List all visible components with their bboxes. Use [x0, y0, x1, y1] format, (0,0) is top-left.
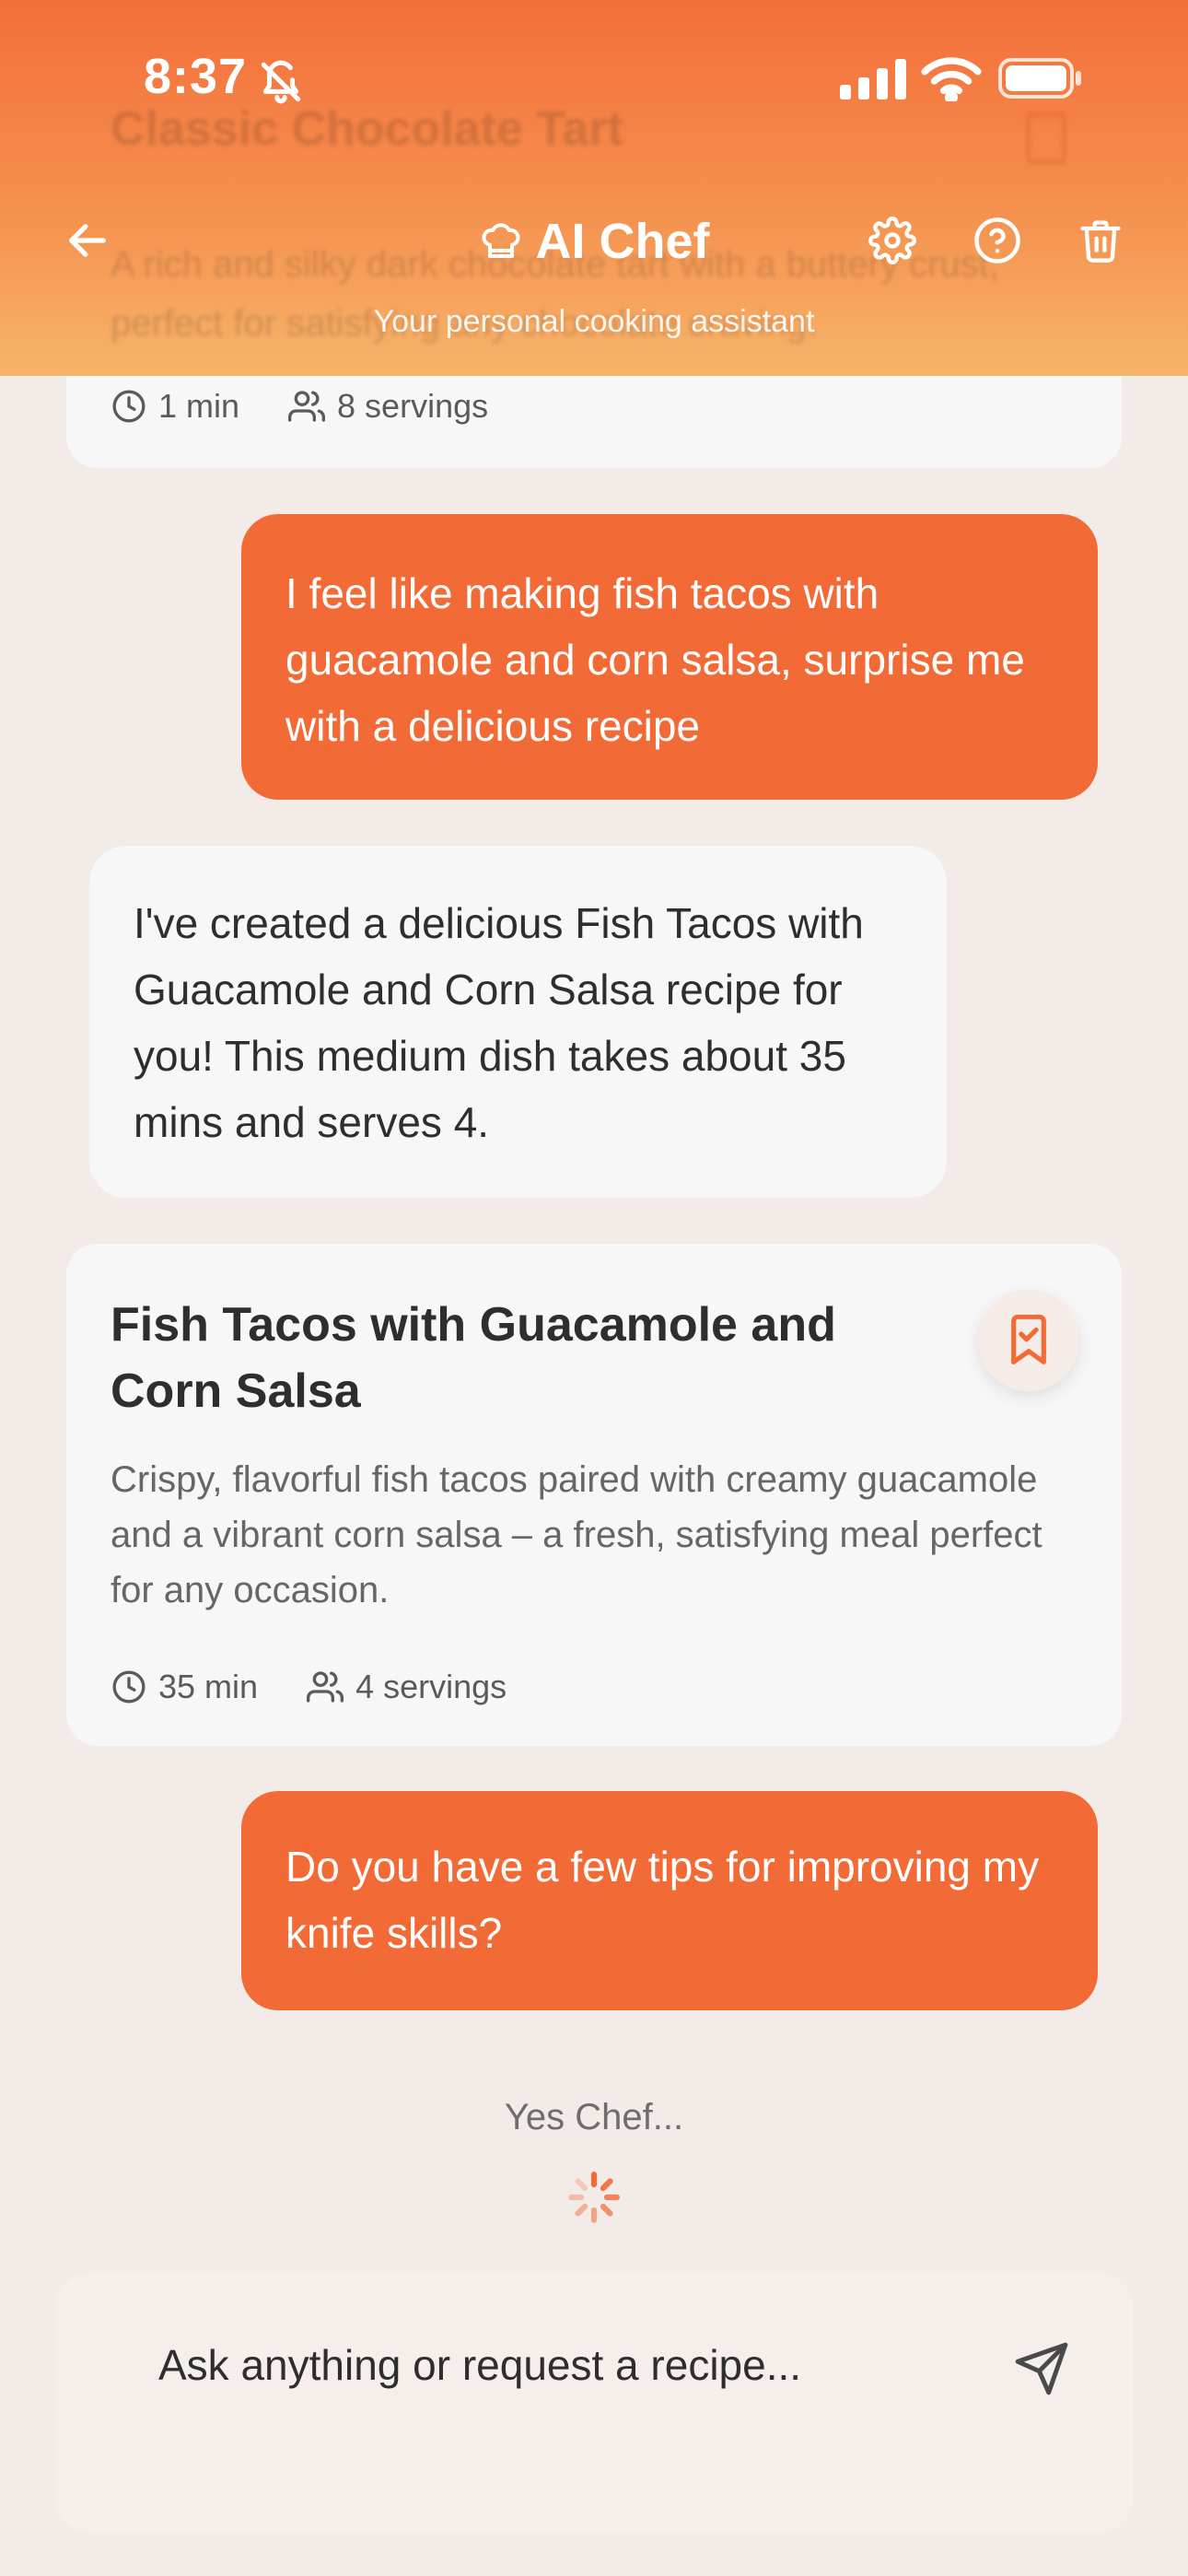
- gear-icon: [868, 217, 916, 264]
- settings-button[interactable]: [860, 208, 925, 273]
- wifi-icon: [921, 57, 982, 101]
- time-meta: 35 min: [111, 1668, 258, 1706]
- recipe-card[interactable]: Fish Tacos with Guacamole and Corn Salsa…: [66, 1244, 1122, 1746]
- trash-icon: [1080, 220, 1121, 263]
- recipe-meta: 1 min 8 servings: [111, 387, 536, 426]
- servings-meta: 8 servings: [287, 387, 488, 426]
- header-subtitle: Your personal cooking assistant: [373, 304, 815, 339]
- servings-meta: 4 servings: [306, 1668, 507, 1706]
- help-button[interactable]: [965, 208, 1030, 273]
- users-icon: [307, 1671, 344, 1703]
- chef-hat-icon: [481, 223, 520, 258]
- user-message: I feel like making fish tacos with guaca…: [241, 514, 1098, 800]
- composer-panel: [55, 2272, 1133, 2534]
- time-label: 1 min: [158, 387, 240, 425]
- bookmark-button[interactable]: [978, 1290, 1079, 1391]
- clock-icon: [112, 1670, 146, 1704]
- servings-label: 8 servings: [337, 387, 489, 425]
- user-message: Do you have a few tips for improving my …: [241, 1791, 1098, 2010]
- send-icon: [1015, 2342, 1068, 2395]
- thinking-status: Yes Chef...: [504, 2097, 684, 2137]
- cellular-signal-icon: [840, 59, 906, 100]
- recipe-description: Crispy, flavorful fish tacos paired with…: [111, 1459, 1042, 1610]
- bookmark-check-icon: [1011, 1315, 1046, 1364]
- scrolled-bookmark-icon: [1026, 112, 1066, 164]
- clear-chat-button[interactable]: [1068, 208, 1133, 273]
- chat-input[interactable]: [111, 2305, 995, 2425]
- time-meta: 1 min: [111, 387, 239, 426]
- send-button[interactable]: [991, 2318, 1092, 2419]
- app-header: Classic Chocolate Tart A rich and silky …: [0, 0, 1188, 376]
- bell-muted-icon: [261, 60, 301, 104]
- recipe-title: Fish Tacos with Guacamole and Corn Salsa: [111, 1298, 836, 1418]
- recipe-meta: 35 min 4 servings: [111, 1668, 554, 1706]
- assistant-message: I've created a delicious Fish Tacos with…: [89, 846, 947, 1198]
- scrolled-recipe-title: Classic Chocolate Tart: [111, 102, 623, 156]
- servings-label: 4 servings: [355, 1668, 507, 1705]
- clock-icon: [112, 390, 146, 423]
- loading-spinner-icon: [568, 2172, 620, 2223]
- users-icon: [288, 391, 326, 422]
- battery-icon: [998, 58, 1081, 99]
- page-title: AI Chef: [535, 214, 710, 269]
- time-label: 35 min: [158, 1668, 259, 1705]
- status-time: 8:37: [144, 49, 248, 104]
- help-circle-icon: [974, 217, 1020, 263]
